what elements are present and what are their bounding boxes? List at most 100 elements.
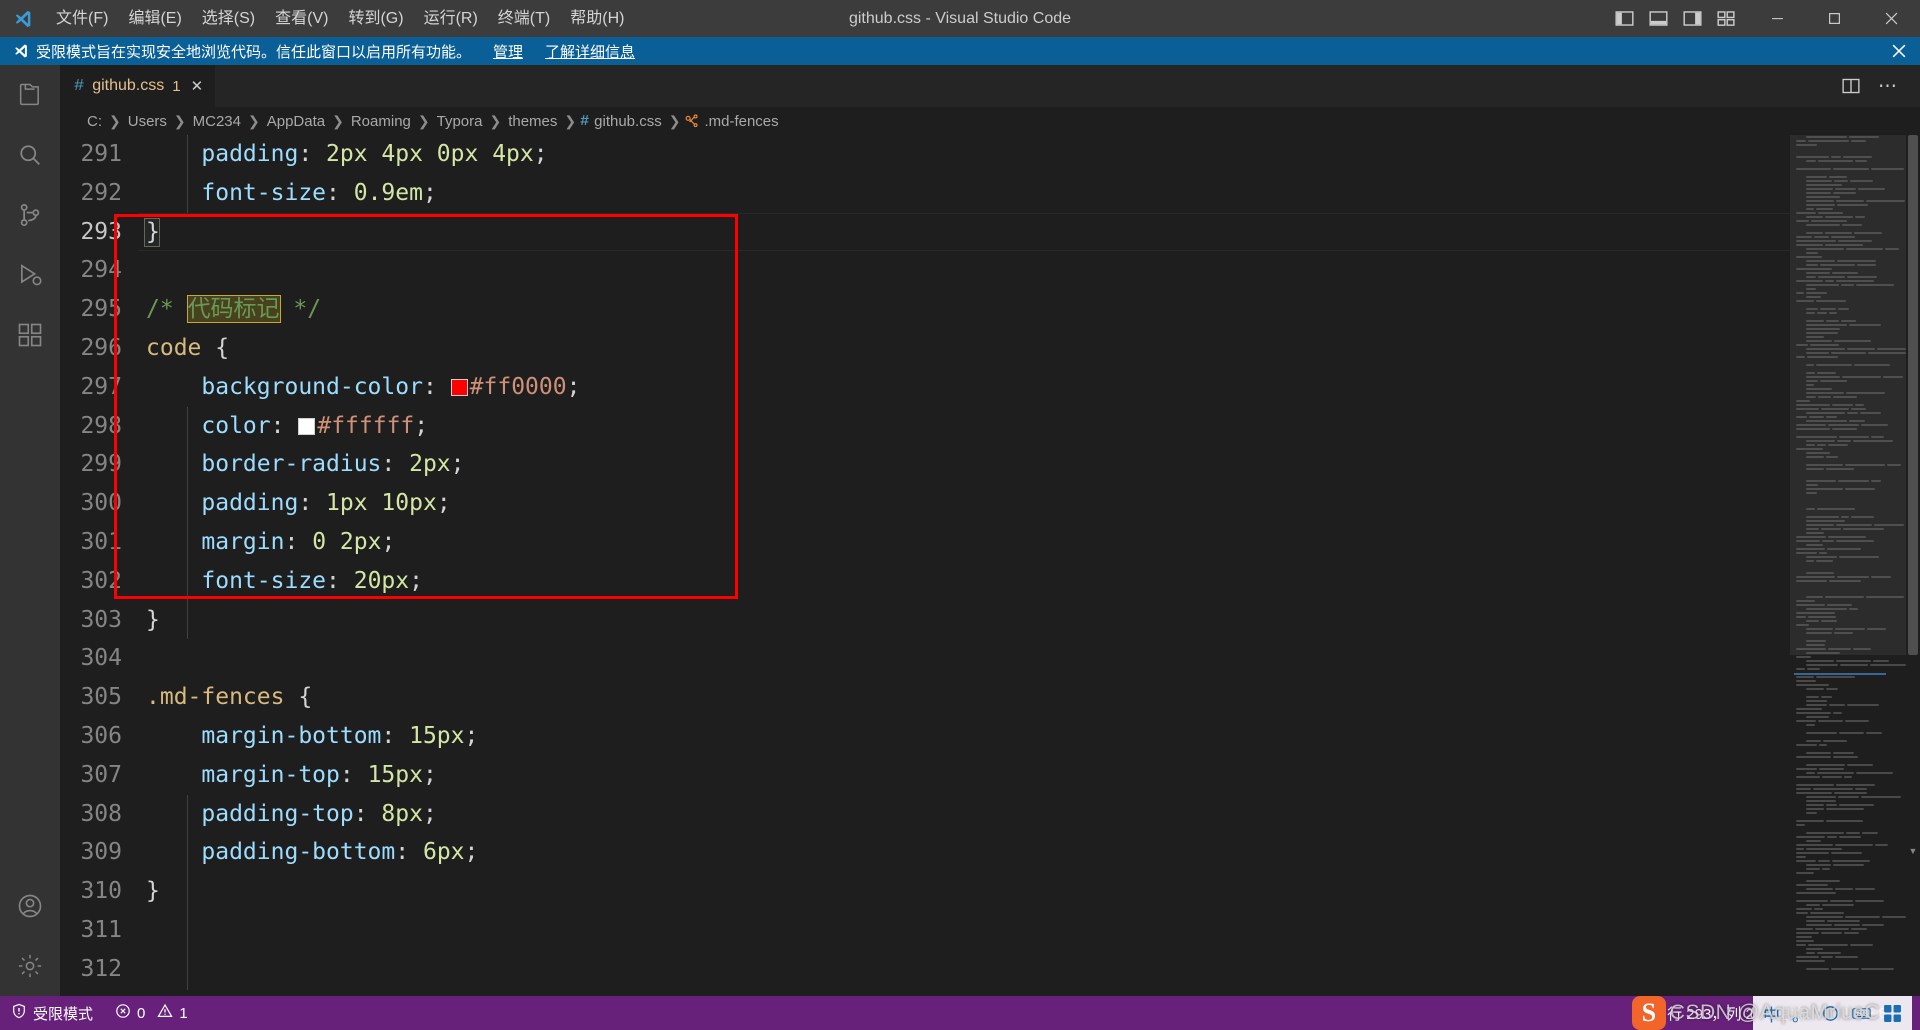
ime-punctuation-icon[interactable]: 。 bbox=[1792, 1001, 1809, 1026]
menu-edit[interactable]: 编辑(E) bbox=[118, 0, 191, 37]
status-cursor-position[interactable]: 行 293，列 2 bbox=[1656, 996, 1765, 1030]
minimap-segment bbox=[1796, 292, 1804, 294]
minimap-segment bbox=[1828, 648, 1851, 650]
banner-learn-more-link[interactable]: 了解详细信息 bbox=[545, 41, 635, 62]
minimap-segment bbox=[1796, 756, 1831, 758]
sidebar-item-extensions[interactable] bbox=[0, 305, 60, 365]
customize-layout-icon[interactable] bbox=[1709, 0, 1743, 37]
ime-language-tray[interactable]: 中 。 bbox=[1753, 996, 1912, 1030]
breadcrumb-item-0[interactable]: C: bbox=[84, 113, 105, 130]
minimap-segment bbox=[1855, 900, 1884, 902]
code-line[interactable]: color: #ffffff; bbox=[138, 407, 1920, 446]
code-line[interactable]: border-radius: 2px; bbox=[138, 445, 1920, 484]
code-line[interactable] bbox=[138, 251, 1920, 290]
code-line[interactable]: code { bbox=[138, 329, 1920, 368]
ime-chinese-mode-icon[interactable]: 中 bbox=[1763, 1001, 1780, 1026]
minimap-segment bbox=[1855, 160, 1867, 162]
minimap-segment bbox=[1806, 200, 1834, 202]
breadcrumb-item-7[interactable]: github.css bbox=[591, 113, 665, 130]
window-maximize-button[interactable] bbox=[1806, 0, 1863, 37]
code-line[interactable] bbox=[138, 911, 1920, 950]
sidebar-item-source-control[interactable] bbox=[0, 185, 60, 245]
banner-manage-link[interactable]: 管理 bbox=[493, 41, 523, 62]
minimap-segment bbox=[1817, 508, 1855, 510]
editor-scrollbar[interactable]: ▼ bbox=[1906, 135, 1920, 996]
toggle-secondary-sidebar-icon[interactable] bbox=[1675, 0, 1709, 37]
minimap-segment bbox=[1806, 388, 1832, 390]
color-swatch-background[interactable] bbox=[450, 378, 468, 396]
code-line[interactable] bbox=[138, 950, 1920, 989]
code-line[interactable]: padding: 2px 4px 0px 4px; bbox=[138, 135, 1920, 174]
code-line[interactable]: padding-bottom: 6px; bbox=[138, 833, 1920, 872]
workbench-body: # github.css 1 ✕ ⋯ C: ❯ Users ❯ MC234 ❯ … bbox=[0, 65, 1920, 996]
window-close-button[interactable] bbox=[1863, 0, 1920, 37]
menu-run[interactable]: 运行(R) bbox=[414, 0, 488, 37]
minimap-segment bbox=[1871, 168, 1904, 170]
menu-help[interactable]: 帮助(H) bbox=[560, 0, 634, 37]
menu-go[interactable]: 转到(G) bbox=[338, 0, 413, 37]
sidebar-item-run-and-debug[interactable] bbox=[0, 245, 60, 305]
status-restricted-mode[interactable]: 受限模式 bbox=[0, 996, 104, 1030]
split-editor-right-icon[interactable] bbox=[1834, 68, 1868, 105]
breadcrumb-item-3[interactable]: AppData bbox=[264, 113, 328, 130]
code-line[interactable]: .md-task-list-item > input { bbox=[138, 989, 1920, 996]
minimap-segment bbox=[1866, 200, 1905, 202]
scroll-down-arrow-icon[interactable]: ▼ bbox=[1908, 846, 1918, 856]
menu-terminal[interactable]: 终端(T) bbox=[488, 0, 560, 37]
breadcrumb-item-5[interactable]: Typora bbox=[434, 113, 486, 130]
minimap-segment bbox=[1821, 620, 1837, 622]
tab-github-css[interactable]: # github.css 1 ✕ bbox=[60, 65, 217, 107]
color-swatch-text[interactable] bbox=[298, 417, 316, 435]
breadcrumb-item-6[interactable]: themes bbox=[505, 113, 560, 130]
code-line[interactable]: padding: 1px 10px; bbox=[138, 484, 1920, 523]
code-line[interactable]: background-color: #ff0000; bbox=[138, 368, 1920, 407]
minimap-segment bbox=[1855, 888, 1875, 890]
minimap-segment bbox=[1850, 180, 1873, 182]
tab-close-icon[interactable]: ✕ bbox=[191, 77, 204, 95]
breadcrumb-item-4[interactable]: Roaming bbox=[348, 113, 414, 130]
breadcrumb-item-1[interactable]: Users bbox=[125, 113, 170, 130]
code-line-current[interactable]: } bbox=[138, 213, 1920, 252]
minimap-segment bbox=[1806, 832, 1844, 834]
code-line[interactable]: .md-fences { bbox=[138, 678, 1920, 717]
minimap-segment bbox=[1806, 192, 1831, 194]
code-line[interactable]: font-size: 20px; bbox=[138, 562, 1920, 601]
menu-selection[interactable]: 选择(S) bbox=[192, 0, 265, 37]
ime-fullwidth-icon[interactable] bbox=[1821, 1004, 1840, 1023]
code-line[interactable]: /* 代码标记 */ bbox=[138, 290, 1920, 329]
sidebar-item-explorer[interactable] bbox=[0, 65, 60, 125]
menu-view[interactable]: 查看(V) bbox=[265, 0, 338, 37]
code-line[interactable]: margin-top: 15px; bbox=[138, 756, 1920, 795]
minimap-segment bbox=[1796, 940, 1814, 942]
sidebar-item-search[interactable] bbox=[0, 125, 60, 185]
code-content[interactable]: padding: 2px 4px 0px 4px; font-size: 0.9… bbox=[114, 135, 1920, 996]
title-bar-right bbox=[1607, 0, 1920, 37]
more-actions-icon[interactable]: ⋯ bbox=[1870, 75, 1906, 98]
sidebar-item-settings[interactable] bbox=[0, 936, 60, 996]
toggle-primary-sidebar-icon[interactable] bbox=[1607, 0, 1641, 37]
code-line[interactable]: } bbox=[138, 601, 1920, 640]
banner-close-icon[interactable] bbox=[1892, 37, 1906, 65]
minimap-segment bbox=[1806, 248, 1844, 250]
breadcrumb-item-2[interactable]: MC234 bbox=[190, 113, 244, 130]
ime-toolbox-icon[interactable] bbox=[1883, 1004, 1902, 1023]
minimap-segment bbox=[1806, 480, 1836, 482]
code-line[interactable]: padding-top: 8px; bbox=[138, 795, 1920, 834]
minimap-segment bbox=[1796, 156, 1829, 158]
minimap[interactable] bbox=[1790, 135, 1906, 996]
code-line[interactable] bbox=[138, 639, 1920, 678]
code-line[interactable]: } bbox=[138, 872, 1920, 911]
menu-file[interactable]: 文件(F) bbox=[46, 0, 118, 37]
sidebar-item-accounts[interactable] bbox=[0, 876, 60, 936]
toggle-panel-icon[interactable] bbox=[1641, 0, 1675, 37]
breadcrumb-item-8[interactable]: .md-fences bbox=[701, 113, 781, 130]
code-editor[interactable]: 291 292 293 294 295 296 297 298 299 300 … bbox=[60, 135, 1920, 996]
unicode-highlight: 代码标记 bbox=[186, 295, 281, 324]
code-line[interactable]: margin-bottom: 15px; bbox=[138, 717, 1920, 756]
window-minimize-button[interactable] bbox=[1749, 0, 1806, 37]
ime-keyboard-icon[interactable] bbox=[1852, 1004, 1871, 1023]
scrollbar-thumb[interactable] bbox=[1908, 135, 1918, 655]
code-line[interactable]: margin: 0 2px; bbox=[138, 523, 1920, 562]
code-line[interactable]: font-size: 0.9em; bbox=[138, 174, 1920, 213]
status-problems[interactable]: 0 1 bbox=[104, 996, 199, 1030]
